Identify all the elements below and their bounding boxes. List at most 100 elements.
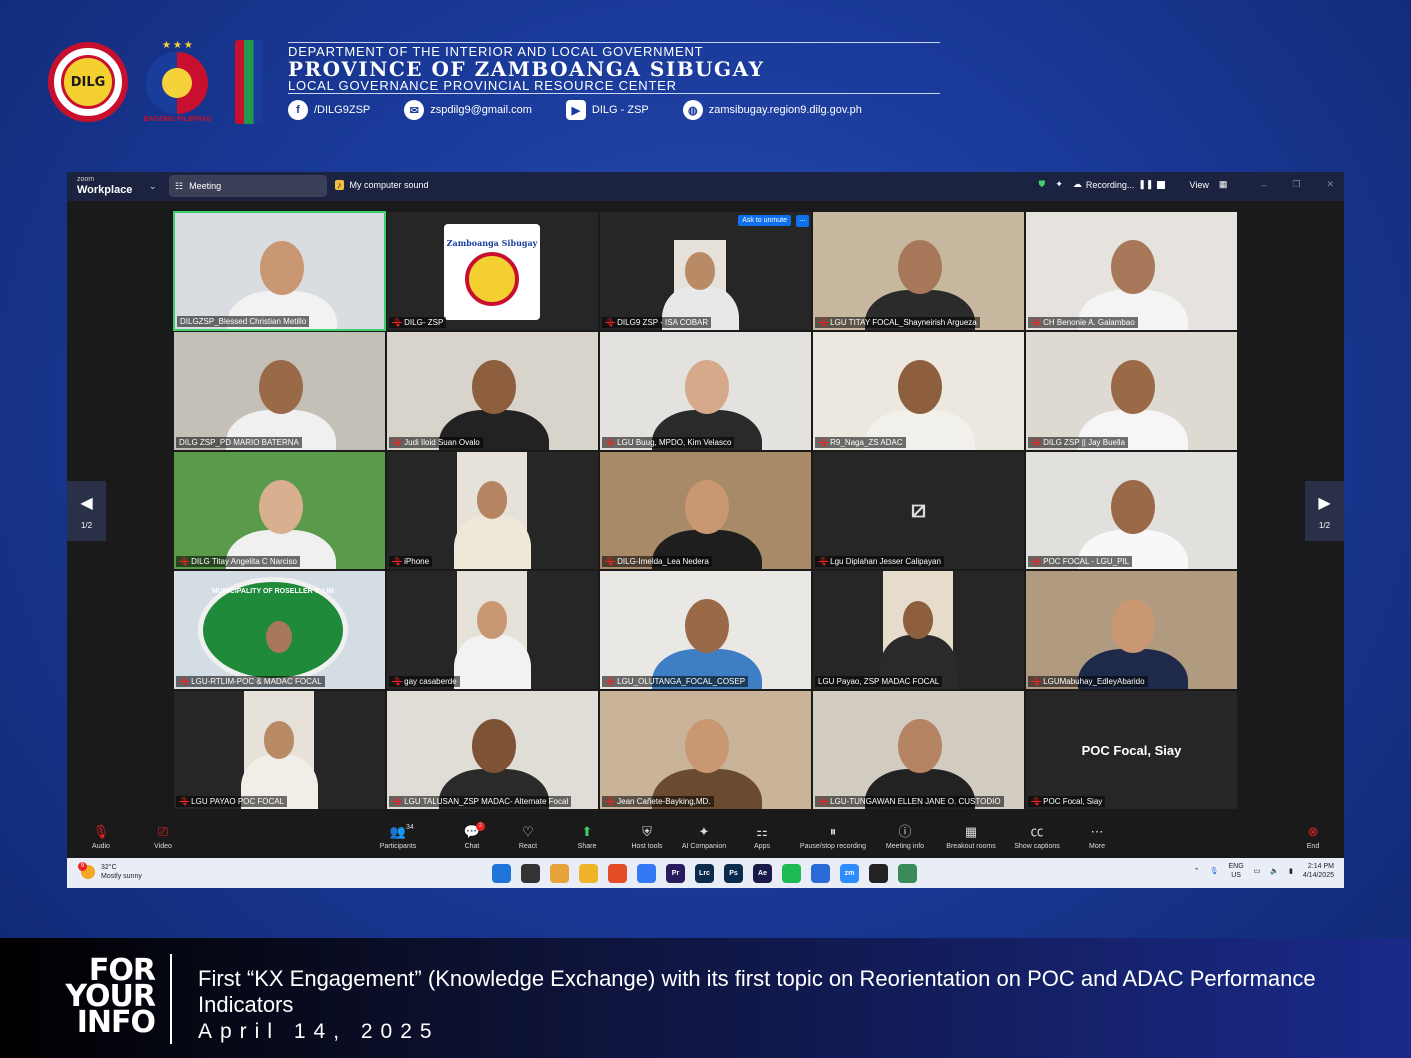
meeting-tab[interactable]: ☷ Meeting (169, 175, 327, 197)
participant-tile[interactable]: 🎙︎ LGU TALUSAN_ZSP MADAC- Alternate Focal (386, 690, 599, 810)
breakout-rooms-icon: ▦ (964, 824, 978, 839)
host-tools-button[interactable]: ⛨ Host tools (627, 824, 667, 850)
participant-tile[interactable]: ⧄ 🎙︎ Lgu Diplahan Jesser Calipayan (812, 450, 1025, 571)
taskbar-app-icon[interactable] (898, 864, 917, 883)
taskbar-app-icon[interactable] (608, 864, 627, 883)
participant-tile[interactable]: 🎙︎ LGUMabuhay_EdleyAbarido (1025, 570, 1238, 691)
contact-list: f /DILG9ZSP ✉ zspdilg9@gmail.com ▶ DILG … (288, 100, 896, 120)
view-button[interactable]: View (1189, 180, 1208, 190)
mic-icon[interactable]: 🎙 (1210, 867, 1219, 876)
mic-muted-icon: 🎙︎ (392, 317, 403, 327)
participant-tile[interactable]: 🎙︎ LGU_OLUTANGA_FOCAL_COSEP (599, 570, 812, 691)
taskbar-app-icon[interactable] (492, 864, 511, 883)
next-page-button[interactable]: ▶ 1/2 (1305, 481, 1344, 541)
participant-tile[interactable]: DILG ZSP_PD MARIO BATERNA (173, 330, 386, 451)
participant-tile[interactable]: POC Focal, Siay 🎙︎ POC Focal, Siay (1025, 690, 1238, 810)
stop-icon[interactable] (1157, 180, 1166, 189)
participant-tile[interactable]: 🎙︎ DILG ZSP || Jay Buella (1025, 330, 1238, 451)
video-button[interactable]: ⎚ Video (143, 824, 183, 850)
sparkle-icon: ✦ (1055, 179, 1063, 189)
mic-muted-icon: 🎙︎ (818, 796, 829, 806)
toolbar-label: Apps (754, 843, 770, 850)
language-indicator[interactable]: ENG US (1228, 862, 1243, 880)
clock[interactable]: 2:14 PM 4/14/2025 (1303, 862, 1334, 880)
participant-tile[interactable]: 🎙︎ LGU-TUNGAWAN ELLEN JANE O. CUSTODIO (812, 690, 1025, 810)
contact-facebook[interactable]: f /DILG9ZSP (288, 100, 370, 120)
pause-icon[interactable]: ❚❚ (1138, 179, 1153, 190)
taskbar-app-icon[interactable]: Ae (753, 864, 772, 883)
participant-tile[interactable]: 🎙︎ POC FOCAL - LGU_PIL (1025, 450, 1238, 571)
more-button[interactable]: ⋯ More (1077, 824, 1117, 850)
participant-name-tag: 🎙︎ LGU PAYAO POC FOCAL (176, 795, 288, 807)
share-button[interactable]: ⬆ Share (567, 824, 607, 850)
participant-tile[interactable]: 🎙︎ iPhone (386, 450, 599, 571)
participant-tile[interactable]: DILGZSP_Blessed Christian Metillo (173, 211, 386, 331)
prev-page-button[interactable]: ◀ 1/2 (67, 481, 106, 541)
mic-muted-icon: 🎙︎ (605, 317, 616, 327)
participant-tile[interactable]: 🎙︎ gay casaberde (386, 570, 599, 691)
participant-tile[interactable]: 🎙︎ LGU Buug, MPDO, Kim Velasco (599, 330, 812, 451)
taskbar-app-icon[interactable] (782, 864, 801, 883)
close-icon[interactable]: ✕ (1326, 179, 1334, 190)
breakout-rooms-button[interactable]: ▦ Breakout rooms (946, 824, 995, 850)
participant-tile[interactable]: 🎙︎ R9_Naga_ZS ADAC (812, 330, 1025, 451)
contact-website[interactable]: ◍ zamsibugay.region9.dilg.gov.ph (682, 100, 862, 120)
apps-button[interactable]: ⚏ Apps (742, 824, 782, 850)
computer-sound-tab[interactable]: ♪ My computer sound (335, 180, 429, 190)
taskbar-app-icon[interactable] (811, 864, 830, 883)
show-captions-button[interactable]: ㏄ Show captions (1014, 824, 1060, 850)
participant-tile[interactable]: 🎙︎ Jean Cañete-Bayking,MD. (599, 690, 812, 810)
battery-icon[interactable]: ▮ (1289, 867, 1293, 876)
audio-button[interactable]: 🎙 Audio (81, 824, 121, 850)
participant-tile[interactable]: 🎙︎ Judi Iloid Suan Ovalo (386, 330, 599, 451)
taskbar-app-icon[interactable] (521, 864, 540, 883)
participant-tile[interactable]: 🎙︎ CH Benonie A. Galambao (1025, 211, 1238, 331)
react-button[interactable]: ♡ React (508, 824, 548, 850)
participant-name: LGU Buug, MPDO, Kim Velasco (617, 437, 732, 447)
react-icon: ♡ (522, 824, 534, 839)
participant-tile[interactable]: 🎙︎ DILG Titay Angelita C Narciso (173, 450, 386, 571)
participant-tile[interactable]: 🎙︎ LGU TITAY FOCAL_Shayneirish Argueza (812, 211, 1025, 331)
caption-date: April 14, 2025 (198, 1020, 440, 1043)
participant-tile[interactable]: 🎙︎ DILG-Imelda_Lea Nedera (599, 450, 812, 571)
volume-icon[interactable]: 🔈 (1270, 867, 1279, 876)
display-icon[interactable]: ▭ (1254, 867, 1261, 876)
taskbar-app-icon[interactable]: Ps (724, 864, 743, 883)
participant-tile[interactable]: LGU Payao, ZSP MADAC FOCAL (812, 570, 1025, 691)
end-button[interactable]: ⊗ End (1293, 824, 1333, 850)
shield-icon: ⛊ (1038, 179, 1046, 189)
person-head (897, 359, 942, 414)
contact-email[interactable]: ✉ zspdilg9@gmail.com (404, 100, 532, 120)
mic-muted-icon: 🎙︎ (818, 557, 829, 567)
toolbar-label: AI Companion (681, 843, 727, 850)
weather-widget[interactable]: 9 32°C Mostly sunny (78, 862, 142, 881)
taskbar-app-icon[interactable] (869, 864, 888, 883)
ai-companion-button[interactable]: ✦ AI Companion (681, 824, 727, 850)
taskbar-app-icon[interactable]: Pr (666, 864, 685, 883)
contact-youtube[interactable]: ▶ DILG - ZSP (565, 100, 649, 120)
ask-to-unmute-button[interactable]: Ask to unmute (738, 215, 791, 226)
dilg-seal-logo: DILG (48, 42, 128, 122)
taskbar-app-icon[interactable]: Lrc (695, 864, 714, 883)
taskbar-app-icon[interactable] (579, 864, 598, 883)
chevron-up-icon[interactable]: ⌃ (1194, 867, 1200, 876)
participant-name: POC Focal, Siay (1043, 796, 1103, 806)
recording-indicator[interactable]: ☁ Recording... ❚❚ (1073, 179, 1166, 190)
participant-tile[interactable]: 🎙︎ LGU PAYAO POC FOCAL (173, 690, 386, 810)
minimize-icon[interactable]: – (1261, 180, 1266, 190)
taskbar-app-icon[interactable] (550, 864, 569, 883)
taskbar-app-icon[interactable] (637, 864, 656, 883)
participants-button[interactable]: 👥 34 Participants (378, 824, 418, 850)
taskbar-app-icon[interactable]: zm (840, 864, 859, 883)
chat-button[interactable]: 💬 2 Chat (452, 822, 492, 850)
participant-tile[interactable]: Zamboanga Sibugay 🎙︎ DILG- ZSP (386, 211, 599, 331)
restore-icon[interactable]: ❐ (1292, 179, 1300, 190)
chevron-down-icon[interactable]: ⌄ (149, 181, 157, 192)
meeting-info-button[interactable]: ⓘ Meeting info (885, 824, 925, 850)
participant-tile[interactable]: Ask to unmute ⋯ 🎙︎ DILG9 ZSP - ISA COBAR (599, 211, 812, 331)
tile-options-button[interactable]: ⋯ (796, 215, 809, 227)
pause-stop-recording-button[interactable]: ⏸ Pause/stop recording (800, 824, 866, 850)
for-your-info-logo: FOR YOUR INFO (65, 953, 156, 1040)
participant-tile[interactable]: MUNICIPALITY OF ROSELLER T. LIM 🎙︎ LGU-RTL… (173, 570, 386, 691)
participant-name-tag: 🎙︎ gay casaberde (389, 676, 460, 688)
